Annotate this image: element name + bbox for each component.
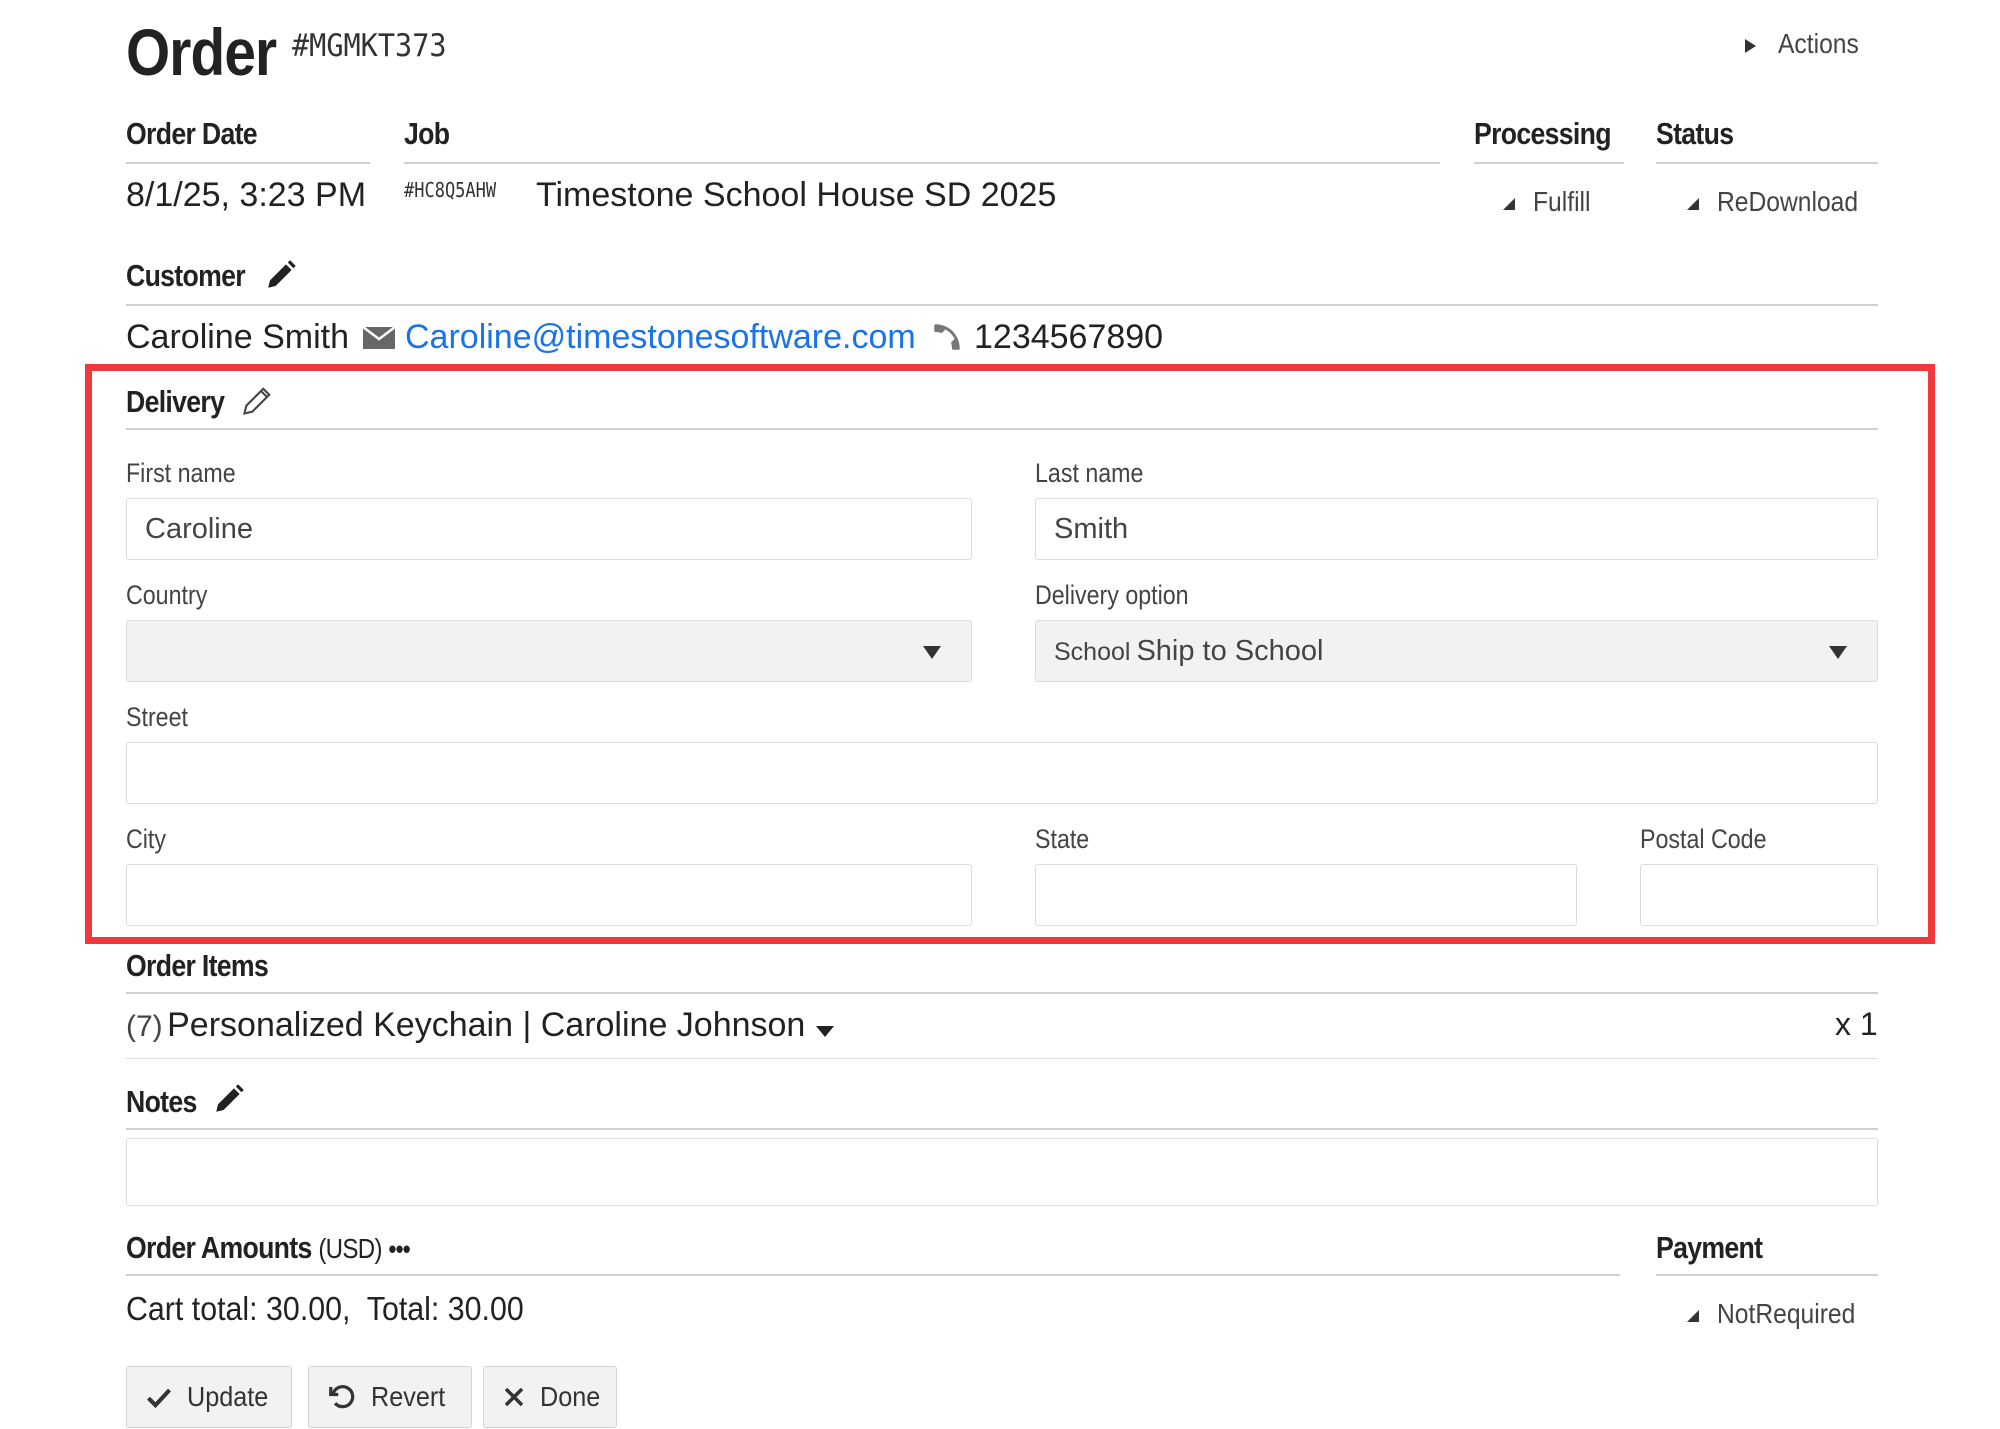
processing-value: Fulfill (1533, 186, 1591, 217)
city-field[interactable] (126, 864, 972, 926)
list-item[interactable]: (7) Personalized Keychain | Caroline Joh… (126, 1006, 834, 1045)
item-count: (7) (126, 1010, 163, 1043)
notes-field[interactable] (126, 1138, 1878, 1206)
check-icon (147, 1388, 172, 1409)
divider (126, 162, 370, 164)
undo-icon (329, 1385, 355, 1409)
street-field[interactable] (126, 742, 1878, 804)
status-heading: Status (1656, 116, 1734, 151)
update-button[interactable]: Update (126, 1366, 292, 1428)
last-name-field[interactable]: Smith (1035, 498, 1878, 560)
delivery-option-value: Ship to School (1136, 635, 1324, 667)
divider (126, 1128, 1878, 1130)
last-name-label: Last name (1035, 458, 1144, 488)
job-name: Timestone School House SD 2025 (536, 176, 1057, 214)
customer-phone: 1234567890 (974, 318, 1164, 356)
item-quantity: x 1 (1835, 1006, 1878, 1042)
caret-down-icon[interactable] (815, 1026, 834, 1038)
delivery-heading: Delivery (126, 384, 225, 419)
country-select[interactable] (126, 620, 972, 682)
divider (126, 992, 1878, 994)
order-date-heading: Order Date (126, 116, 258, 151)
divider (126, 304, 1878, 306)
triangle-icon (1687, 1309, 1699, 1322)
revert-button[interactable]: Revert (308, 1366, 472, 1428)
delivery-option-tag: School (1054, 638, 1131, 666)
first-name-field[interactable]: Caroline (126, 498, 972, 560)
state-label: State (1035, 824, 1090, 854)
done-label: Done (540, 1381, 601, 1412)
pencil-icon[interactable] (264, 258, 298, 292)
divider (404, 162, 1440, 164)
customer-email-link[interactable]: Caroline@timestonesoftware.com (405, 318, 916, 357)
divider (126, 428, 1878, 430)
delivery-option-select[interactable]: School Ship to School (1035, 620, 1878, 682)
divider (1656, 162, 1878, 164)
country-label: Country (126, 580, 208, 610)
street-label: Street (126, 702, 188, 732)
currency-label: (USD) (318, 1233, 382, 1264)
triangle-icon (1687, 197, 1699, 210)
caret-down-icon (1829, 646, 1847, 659)
divider (126, 1058, 1878, 1059)
pencil-icon[interactable] (212, 1082, 246, 1116)
envelope-icon (362, 326, 396, 350)
actions-label: Actions (1778, 28, 1859, 59)
job-id: #HC8Q5AHW (404, 178, 497, 202)
city-label: City (126, 824, 166, 854)
caret-down-icon (923, 646, 941, 659)
divider (1656, 1274, 1878, 1276)
page-title: Order (126, 15, 277, 89)
order-number: #MGMKT373 (292, 28, 447, 64)
phone-icon (930, 320, 964, 354)
first-name-label: First name (126, 458, 236, 488)
more-icon[interactable]: ••• (389, 1234, 411, 1264)
close-icon (504, 1387, 524, 1407)
payment-dropdown[interactable]: NotRequired (1687, 1298, 1874, 1330)
delivery-option-label: Delivery option (1035, 580, 1189, 610)
triangle-icon (1503, 197, 1515, 210)
revert-label: Revert (371, 1381, 446, 1412)
processing-dropdown[interactable]: Fulfill (1503, 186, 1598, 218)
actions-menu[interactable]: Actions (1745, 28, 1870, 60)
payment-value: NotRequired (1717, 1298, 1856, 1329)
divider (1474, 162, 1624, 164)
divider (126, 1274, 1620, 1276)
state-field[interactable] (1035, 864, 1577, 926)
amounts-summary: Cart total: 30.00, Total: 30.00 (126, 1290, 524, 1327)
triangle-right-icon (1745, 38, 1756, 53)
job-heading: Job (404, 116, 450, 151)
customer-name: Caroline Smith (126, 318, 349, 356)
order-items-heading: Order Items (126, 948, 269, 983)
pencil-outline-icon[interactable] (240, 382, 276, 418)
notes-heading: Notes (126, 1084, 197, 1119)
update-label: Update (187, 1381, 269, 1412)
processing-heading: Processing (1474, 116, 1612, 151)
payment-heading: Payment (1656, 1230, 1763, 1265)
customer-heading: Customer (126, 258, 246, 294)
order-date: 8/1/25, 3:23 PM (126, 176, 367, 214)
postal-code-label: Postal Code (1640, 824, 1767, 854)
item-name: Personalized Keychain | Caroline Johnson (167, 1006, 806, 1044)
order-amounts-label: Order Amounts (126, 1230, 312, 1265)
order-amounts-heading: Order Amounts (USD) ••• (126, 1230, 411, 1266)
done-button[interactable]: Done (483, 1366, 617, 1428)
status-value: ReDownload (1717, 186, 1859, 217)
postal-code-field[interactable] (1640, 864, 1878, 926)
customer-label: Customer (126, 258, 246, 293)
status-dropdown[interactable]: ReDownload (1687, 186, 1877, 218)
